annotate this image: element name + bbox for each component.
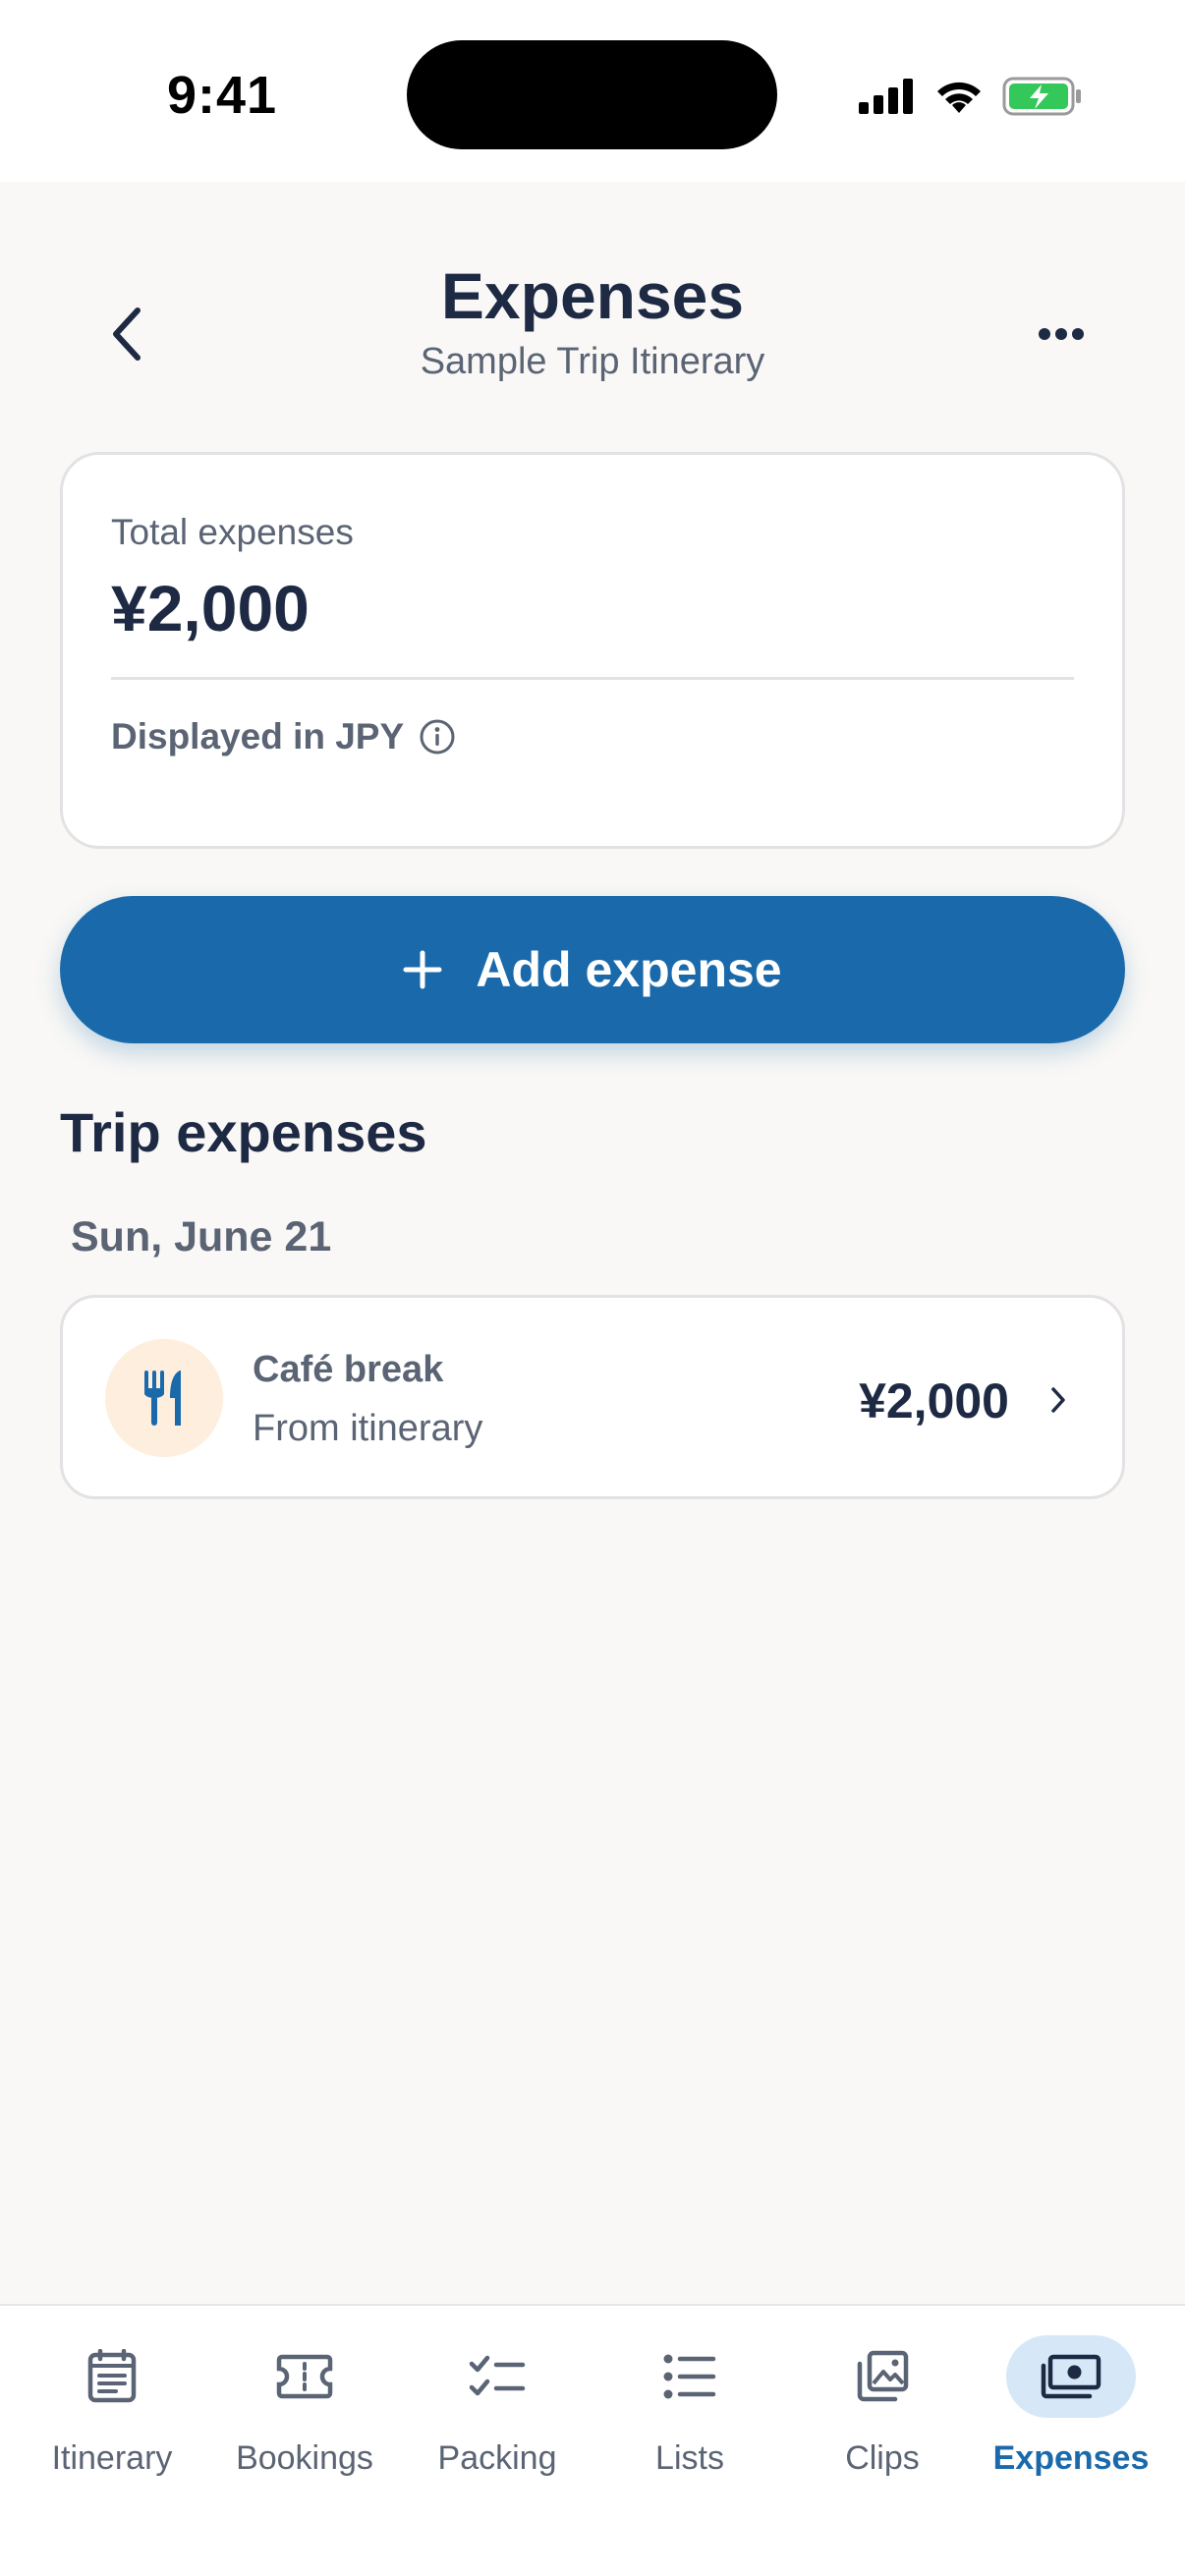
currency-note: Displayed in JPY <box>111 716 405 756</box>
page-subtitle: Sample Trip Itinerary <box>420 341 765 382</box>
expense-item-cafe-break[interactable]: Café break From itinerary ¥2,000 <box>60 1295 1125 1499</box>
tab-expenses[interactable]: Expenses <box>975 2335 1167 2502</box>
ticket-icon <box>240 2335 369 2418</box>
battery-charging-icon <box>1002 77 1081 116</box>
tab-label: Packing <box>437 2439 557 2477</box>
money-icon <box>1006 2335 1136 2418</box>
info-icon[interactable] <box>418 717 457 756</box>
tab-itinerary[interactable]: Itinerary <box>16 2335 208 2502</box>
checklist-icon <box>432 2335 562 2418</box>
add-expense-label: Add expense <box>476 942 782 997</box>
expense-amount: ¥2,000 <box>859 1373 1009 1428</box>
page-title: Expenses <box>440 259 745 332</box>
cellular-signal-icon <box>859 79 913 114</box>
list-icon <box>625 2335 755 2418</box>
tab-label: Lists <box>655 2439 724 2477</box>
dynamic-island <box>407 40 777 149</box>
add-expense-button[interactable]: Add expense <box>60 896 1125 1043</box>
currency-note-row: Displayed in JPY <box>111 716 457 757</box>
expense-name: Café break <box>253 1349 444 1390</box>
total-expenses-card: Total expenses ¥2,000 Displayed in JPY <box>60 452 1125 849</box>
fork-knife-icon <box>144 1371 181 1426</box>
wifi-icon <box>937 82 981 113</box>
tab-bookings[interactable]: Bookings <box>208 2335 401 2502</box>
status-icons <box>859 77 1083 116</box>
status-time: 9:41 <box>167 66 278 125</box>
plus-icon <box>403 950 442 989</box>
tab-clips[interactable]: Clips <box>786 2335 979 2502</box>
more-options-button[interactable] <box>1022 300 1100 368</box>
tab-label: Clips <box>845 2439 920 2477</box>
tab-lists[interactable]: Lists <box>593 2335 786 2502</box>
expense-source: From itinerary <box>253 1408 483 1449</box>
status-bar: 9:41 <box>0 0 1185 182</box>
tab-label: Itinerary <box>51 2439 173 2477</box>
chevron-right-icon <box>1044 1380 1073 1420</box>
divider <box>111 677 1074 680</box>
tab-label: Bookings <box>236 2439 373 2477</box>
date-group-label: Sun, June 21 <box>71 1213 332 1260</box>
expense-category-icon-container <box>105 1339 223 1457</box>
tab-label: Expenses <box>992 2439 1150 2477</box>
bottom-tab-bar: Itinerary Bookings Packing Lists Clips E… <box>0 2304 1185 2576</box>
tab-packing[interactable]: Packing <box>401 2335 593 2502</box>
more-horizontal-icon <box>1039 328 1084 340</box>
section-title: Trip expenses <box>60 1101 427 1163</box>
itinerary-icon <box>47 2335 177 2418</box>
total-expenses-label: Total expenses <box>111 512 354 552</box>
total-expenses-value: ¥2,000 <box>111 572 310 644</box>
photos-icon <box>818 2335 947 2418</box>
header: Expenses Sample Trip Itinerary <box>0 182 1185 418</box>
